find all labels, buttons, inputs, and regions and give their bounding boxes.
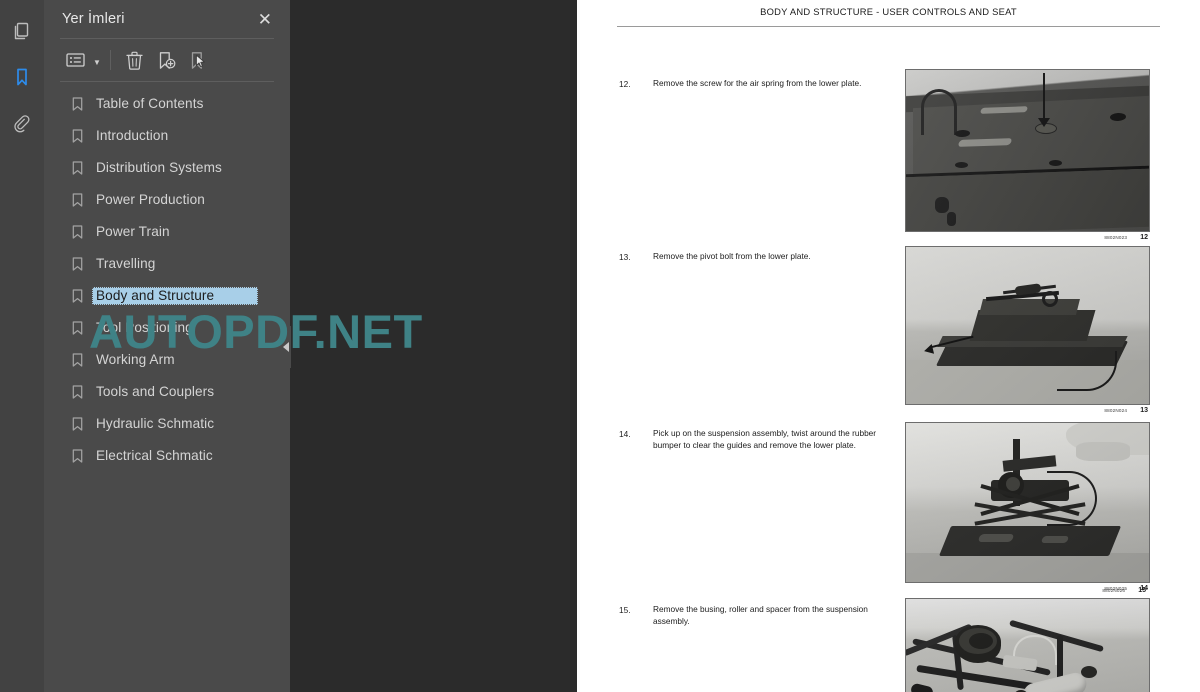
step-number: 15. [619, 605, 631, 615]
bookmark-item-label: Power Production [96, 192, 205, 207]
bookmark-item-label: Introduction [96, 128, 169, 143]
figure-caption: 8802N024 13 [905, 405, 1150, 414]
step-number: 12. [619, 79, 631, 89]
pdf-page: BODY AND STRUCTURE - USER CONTROLS AND S… [577, 0, 1200, 692]
bookmark-item-working-arm[interactable]: Working Arm [44, 344, 290, 376]
step-figure: 8802N025 14 [905, 422, 1150, 592]
bookmark-item-icon [72, 193, 92, 207]
bookmark-item-distribution-systems[interactable]: Distribution Systems [44, 152, 290, 184]
bookmark-item-icon [72, 129, 92, 143]
delete-bookmark-button[interactable] [120, 46, 150, 74]
step-text: Remove the screw for the air spring from… [653, 78, 862, 88]
bookmark-item-label: Travelling [96, 256, 156, 271]
bookmark-item-body-and-structure[interactable]: Body and Structure [44, 280, 290, 312]
bookmark-item-icon [72, 225, 92, 239]
toolbar-divider [109, 50, 111, 70]
page-title: BODY AND STRUCTURE - USER CONTROLS AND S… [760, 6, 1017, 17]
trash-icon [126, 51, 144, 70]
step-number: 13. [619, 252, 631, 262]
bookmark-item-icon [72, 321, 92, 335]
bookmark-item-introduction[interactable]: Introduction [44, 120, 290, 152]
bookmark-item-label: Tool Positioning [96, 320, 193, 335]
bookmarks-list: Table of Contents Introduction Distribut… [44, 82, 290, 692]
document-viewer[interactable]: BODY AND STRUCTURE - USER CONTROLS AND S… [89, 0, 1200, 692]
figure-caption: 8802N023 12 [905, 232, 1150, 241]
bookmark-cursor-icon [192, 51, 206, 69]
bookmark-item-power-train[interactable]: Power Train [44, 216, 290, 248]
panel-collapse-handle[interactable] [280, 326, 291, 368]
step-text: Pick up on the suspension assembly, twis… [653, 428, 877, 450]
bookmarks-panel-header: Yer İmleri ✕ [44, 0, 290, 38]
bookmark-item-icon [72, 161, 92, 175]
figure-code: 8802N026 [1102, 588, 1126, 593]
paperclip-glyph [14, 115, 30, 133]
bookmarks-panel-title: Yer İmleri [62, 11, 125, 27]
bookmark-item-electrical-schmatic[interactable]: Electrical Schmatic [44, 440, 290, 472]
page-header: BODY AND STRUCTURE - USER CONTROLS AND S… [577, 0, 1200, 27]
figure-image [905, 422, 1150, 583]
bookmark-item-label: Electrical Schmatic [96, 448, 213, 463]
step-text: Remove the pivot bolt from the lower pla… [653, 251, 811, 261]
step-number: 14. [619, 429, 631, 439]
bookmark-item-table-of-contents[interactable]: Table of Contents [44, 88, 290, 120]
figure-number: 15 [1138, 587, 1146, 594]
bookmark-item-label: Body and Structure [92, 287, 258, 305]
bookmarks-panel: Yer İmleri ✕ ▼ Table of Contents Introdu… [44, 0, 291, 692]
step-text: Remove the busing, roller and spacer fro… [653, 604, 868, 626]
pdf-viewer-window: Yer İmleri ✕ ▼ Table of Contents Introdu… [0, 0, 1200, 692]
bookmark-item-power-production[interactable]: Power Production [44, 184, 290, 216]
list-options-icon [65, 53, 85, 67]
bookmark-item-icon [72, 353, 92, 367]
bookmark-item-travelling[interactable]: Travelling [44, 248, 290, 280]
bookmarks-icon[interactable] [0, 54, 44, 100]
page-header-rule [617, 26, 1160, 27]
figure-code: 8802N024 [1104, 408, 1128, 413]
bookmark-item-icon [72, 257, 92, 271]
figure-code: 8802N023 [1104, 235, 1128, 240]
bookmark-select-button[interactable] [184, 46, 214, 74]
figure-image [905, 246, 1150, 405]
figure-number: 13 [1140, 407, 1148, 414]
close-icon[interactable]: ✕ [254, 9, 276, 30]
chevron-left-icon [282, 342, 289, 352]
figure-image [905, 69, 1150, 232]
bookmarks-toolbar: ▼ [44, 39, 290, 81]
figure-number: 12 [1140, 234, 1148, 241]
bookmark-item-icon [72, 289, 92, 303]
step-figure: 8802N026 15 [905, 587, 1150, 692]
bookmark-item-label: Power Train [96, 224, 170, 239]
list-options-button[interactable] [60, 46, 90, 74]
bookmark-item-icon [72, 385, 92, 399]
bookmark-item-label: Table of Contents [96, 96, 204, 111]
bookmark-glyph [17, 68, 27, 86]
bookmark-item-icon [72, 97, 92, 111]
bookmark-item-icon [72, 449, 92, 463]
bookmark-item-tool-positioning[interactable]: Tool Positioning [44, 312, 290, 344]
step-figure: 8802N024 13 [905, 246, 1150, 414]
page-thumbnails-glyph [14, 22, 29, 40]
bookmark-item-label: Distribution Systems [96, 160, 222, 175]
bookmark-item-icon [72, 417, 92, 431]
chevron-down-icon[interactable]: ▼ [93, 58, 101, 67]
step-figure: 8802N023 12 [905, 69, 1150, 241]
new-bookmark-button[interactable] [152, 46, 182, 74]
bookmark-item-label: Hydraulic Schmatic [96, 416, 215, 431]
bookmark-add-icon [160, 51, 176, 69]
bookmark-item-hydraulic-schmatic[interactable]: Hydraulic Schmatic [44, 408, 290, 440]
bookmark-item-label: Tools and Couplers [96, 384, 215, 399]
page-thumbnails-icon[interactable] [0, 8, 44, 54]
bookmark-item-tools-and-couplers[interactable]: Tools and Couplers [44, 376, 290, 408]
bookmark-item-label: Working Arm [96, 352, 175, 367]
attachments-icon[interactable] [0, 100, 44, 146]
figure-caption: 8802N026 15 [1102, 587, 1148, 594]
figure-image [905, 598, 1150, 692]
sidebar-icon-rail [0, 0, 44, 692]
